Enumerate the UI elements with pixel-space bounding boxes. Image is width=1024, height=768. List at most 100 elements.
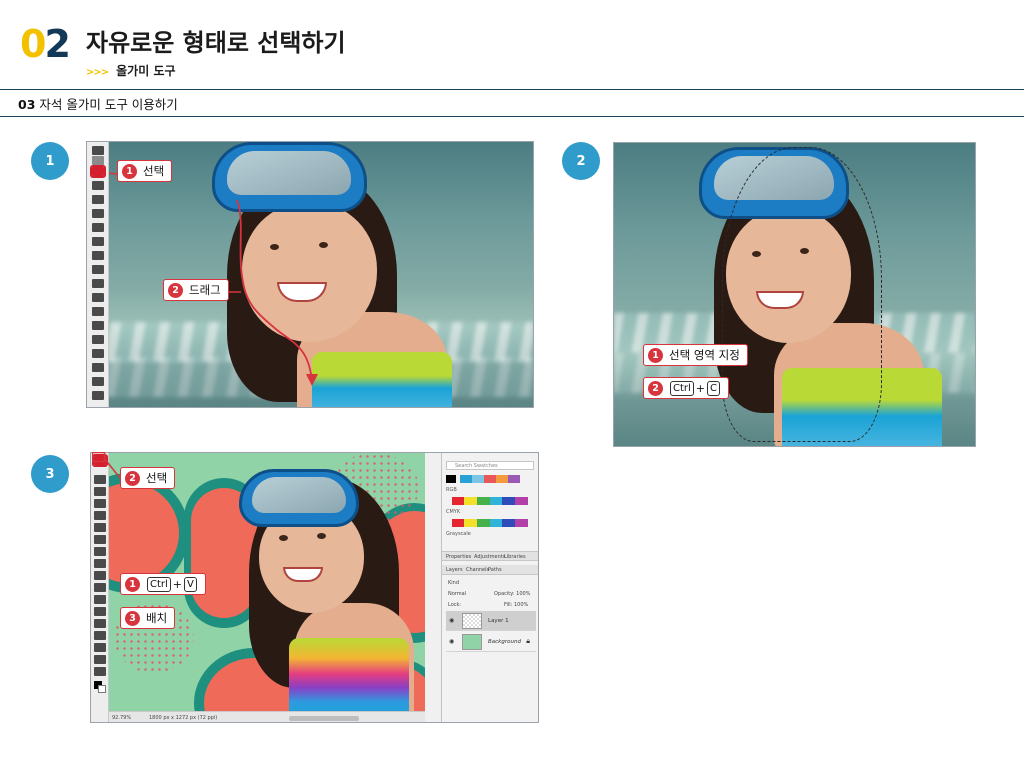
path-select-tool-icon[interactable] — [92, 377, 104, 386]
step-heading-text: 자석 올가미 도구 이용하기 — [39, 97, 178, 112]
healing-tool-icon[interactable] — [92, 237, 104, 246]
pen-tool-icon[interactable] — [94, 607, 106, 616]
callout-text: 드래그 — [189, 283, 221, 297]
ctrl-key: Ctrl — [147, 576, 171, 592]
eyedropper-tool-icon[interactable] — [94, 523, 106, 532]
mask-glass — [252, 477, 346, 513]
selection-outline — [722, 147, 882, 442]
stamp-tool-icon[interactable] — [94, 559, 106, 568]
tab-libraries[interactable]: Libraries — [504, 554, 526, 560]
tab-properties[interactable]: Properties — [446, 554, 471, 560]
callout-step2-copy: 2 Ctrl + C — [643, 377, 729, 399]
plus-sign: + — [172, 577, 183, 591]
subtitle-text: 올가미 도구 — [116, 64, 176, 78]
ps-toolbar — [87, 142, 109, 407]
crop-tool-icon[interactable] — [94, 499, 106, 508]
swatch-group-rgb[interactable]: RGB — [446, 487, 536, 495]
background-color-swatch[interactable] — [98, 685, 106, 693]
page-subtitle: >>> 올가미 도구 — [86, 62, 176, 79]
properties-tabbar: Properties Adjustments Libraries — [442, 551, 538, 561]
path-select-tool-icon[interactable] — [94, 631, 106, 640]
frame-tool-icon[interactable] — [94, 511, 106, 520]
eyedropper-tool-icon[interactable] — [92, 223, 104, 232]
rectangle-tool-icon[interactable] — [92, 391, 104, 400]
eye-icon[interactable]: ◉ — [449, 638, 454, 645]
ps-toolbar — [91, 453, 109, 722]
tab-paths[interactable]: Paths — [488, 567, 502, 573]
step2-screenshot — [613, 142, 976, 447]
gradient-tool-icon[interactable] — [92, 307, 104, 316]
callout-text: 선택 영역 지정 — [669, 348, 740, 362]
callout-step1-drag: 2 드래그 — [163, 279, 229, 301]
zoom-tool-icon[interactable] — [94, 667, 106, 676]
eraser-tool-icon[interactable] — [92, 293, 104, 302]
callout-text: 선택 — [146, 471, 168, 485]
healing-tool-icon[interactable] — [94, 535, 106, 544]
tab-channels[interactable]: Channels — [466, 567, 489, 573]
ps-right-panels: Search Swatches RGB CMYK Grayscale Prope… — [441, 453, 538, 722]
history-brush-icon[interactable] — [92, 279, 104, 288]
rectangle-tool-icon[interactable] — [94, 643, 106, 652]
swatch-search-input[interactable]: Search Swatches — [446, 461, 534, 470]
type-tool-icon[interactable] — [92, 363, 104, 372]
callout-badge: 3 — [125, 610, 140, 626]
callout-step2-area: 1 선택 영역 지정 — [643, 344, 748, 366]
layer-kind-filter[interactable]: Kind — [448, 580, 459, 586]
rgb-swatches[interactable] — [452, 497, 528, 505]
tab-adjustments[interactable]: Adjustments — [474, 554, 505, 560]
quick-select-tool-icon[interactable] — [92, 181, 104, 190]
lasso-tool-icon[interactable] — [94, 487, 106, 496]
swatch-group-cmyk[interactable]: CMYK — [446, 509, 536, 517]
horizontal-scrollbar[interactable] — [289, 716, 359, 721]
callout-badge: 1 — [648, 347, 663, 363]
callout-text: 선택 — [143, 164, 165, 178]
gradient-tool-icon[interactable] — [94, 583, 106, 592]
blend-mode-select[interactable]: Normal — [448, 591, 466, 597]
opacity-field[interactable]: Opacity: 100% — [494, 591, 530, 597]
tab-layers[interactable]: Layers — [446, 567, 463, 573]
layer-row-background[interactable]: ◉ Background 🔒︎ — [446, 632, 536, 652]
lock-icon: 🔒︎ — [526, 637, 530, 645]
crop-tool-icon[interactable] — [92, 195, 104, 204]
section-number-first: 0 — [20, 22, 46, 66]
section-number-second: 2 — [44, 22, 70, 66]
page-title: 자유로운 형태로 선택하기 — [86, 29, 346, 57]
callout-text: 배치 — [146, 611, 168, 625]
girl-eye-right — [317, 533, 326, 539]
type-tool-icon[interactable] — [94, 619, 106, 628]
step-circle-3: 3 — [31, 455, 69, 493]
cmyk-swatches[interactable] — [452, 519, 528, 527]
marquee-tool-icon[interactable] — [92, 156, 104, 165]
eraser-tool-icon[interactable] — [94, 571, 106, 580]
move-tool-icon[interactable] — [92, 146, 104, 155]
frame-tool-icon[interactable] — [92, 209, 104, 218]
hand-tool-icon[interactable] — [94, 655, 106, 664]
recent-swatches[interactable] — [460, 475, 520, 483]
callout-badge: 1 — [122, 163, 137, 179]
blur-tool-icon[interactable] — [92, 321, 104, 330]
step3-callout-connector — [92, 452, 121, 479]
brush-tool-icon[interactable] — [94, 547, 106, 556]
callout-badge: 2 — [648, 380, 663, 396]
brush-tool-icon[interactable] — [92, 251, 104, 260]
swatch[interactable] — [446, 475, 456, 483]
ctrl-key: Ctrl — [670, 380, 694, 396]
girl-eye-left — [279, 535, 288, 541]
status-bar: 92.79% 1800 px x 1272 px (72 ppi) — [109, 711, 425, 722]
swatch-group-grayscale[interactable]: Grayscale — [446, 531, 536, 539]
pen-tool-icon[interactable] — [92, 349, 104, 358]
stamp-tool-icon[interactable] — [92, 265, 104, 274]
blur-tool-icon[interactable] — [94, 595, 106, 604]
fill-field[interactable]: Fill: 100% — [504, 602, 528, 608]
callout-step1-select: 1 선택 — [117, 160, 173, 182]
layer-name: Layer 1 — [488, 618, 509, 624]
dodge-tool-icon[interactable] — [92, 335, 104, 344]
layer-thumbnail — [462, 613, 482, 629]
snorkel-mask — [239, 469, 359, 527]
eye-icon[interactable]: ◉ — [449, 617, 454, 624]
layer-row-layer1[interactable]: ◉ Layer 1 — [446, 611, 536, 631]
magnetic-lasso-tool-icon[interactable] — [90, 165, 106, 178]
callout-step3-place: 3 배치 — [120, 607, 176, 629]
zoom-level: 92.79% — [112, 715, 132, 721]
plus-sign: + — [695, 381, 706, 395]
